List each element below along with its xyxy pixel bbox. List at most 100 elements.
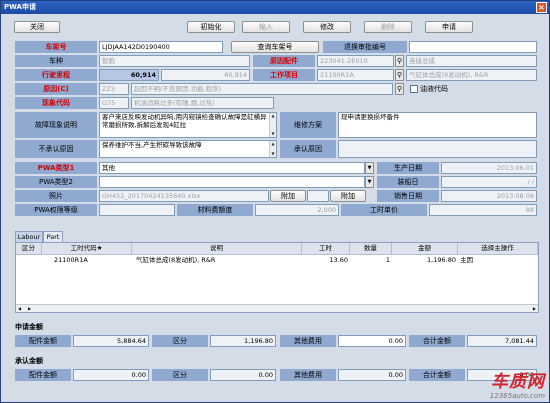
approved-reason-label: 承认原因 (280, 140, 336, 158)
scroll-right-icon[interactable]: ▶ (28, 305, 31, 312)
attach-button[interactable]: 附加 (270, 190, 306, 202)
cause-c-label: 原因(C) (15, 83, 97, 95)
fault-desc-textarea[interactable]: 客户来店反映发动机异响,用内窥镜检查确认故障是缸横异常磨损所致,拆解后发现4缸拉 (99, 112, 277, 138)
labour-grid: 区分 工时代码★ 说明 工时 数量 金额 选择主操作 21100R1A 气缸体总… (15, 242, 539, 313)
column-header[interactable]: 区分 (16, 243, 42, 255)
close-button[interactable]: 关闭 (14, 21, 60, 33)
search-icon[interactable]: ⚲ (395, 83, 404, 95)
return-approval-input[interactable] (409, 41, 537, 53)
labor-price-value: 88 (429, 204, 537, 216)
install-date-label: 装船日 (377, 176, 439, 188)
chevron-down-icon[interactable]: ▼ (365, 176, 374, 188)
approved-other-label: 其他费用 (280, 369, 336, 381)
scroll-end-icon[interactable]: ▶ (533, 305, 536, 312)
row-main-op[interactable]: 主因 (458, 255, 538, 266)
watermark-logo: 车质网 (491, 372, 545, 392)
column-header[interactable]: 说明 (132, 243, 302, 255)
labor-price-label: 工时单价 (341, 204, 427, 216)
tab-labour[interactable]: Labour (15, 231, 43, 242)
approved-type-label: 区分 (152, 369, 208, 381)
phenomenon-code[interactable]: G75 (99, 97, 129, 109)
approved-type-value: 0.00 (210, 369, 276, 381)
apply-other-input[interactable]: 0.00 (338, 335, 406, 347)
fault-desc-scrollbar[interactable]: ▲ ▼ (269, 113, 276, 137)
cause-c-code[interactable]: ZZ3 (99, 83, 129, 95)
oil-code-checkbox[interactable] (410, 85, 418, 93)
cause-part-label: 原因配件 (253, 55, 315, 67)
not-approved-scrollbar[interactable]: ▲ ▼ (269, 141, 276, 157)
mileage-label: 行驶里程 (15, 69, 97, 81)
modify-button[interactable]: 修改 (303, 21, 351, 33)
init-button[interactable]: 初始化 (187, 21, 235, 33)
column-header[interactable]: 工时代码★ (42, 243, 132, 255)
title-bar: PWA申请 × (1, 1, 549, 14)
material-amount-label: 材料费额度 (177, 204, 253, 216)
pwa-level-value (99, 204, 175, 216)
query-vin-button[interactable]: 查询车架号 (231, 41, 319, 53)
pwa-type2-label: PWA类型2 (15, 176, 97, 188)
row-code: 21100R1A (54, 256, 88, 264)
tab-part[interactable]: Part (43, 231, 63, 242)
site-watermark: 车质网 12365auto.com (490, 367, 545, 400)
grid-horizontal-scrollbar[interactable]: ◀ ▶ ▶ (16, 304, 538, 312)
row-hours: 13.60 (329, 256, 348, 264)
apply-parts-label: 配件金额 (15, 335, 71, 347)
row-desc: 气缸体总成(8发动机), R&R (136, 256, 216, 264)
pwa-apply-window: PWA申请 × 关闭 初始化 输入 修改 删除 申请 车架号 LJDJAA142… (0, 0, 550, 403)
row-type (16, 255, 42, 266)
work-item-desc: 气缸体总成(8发动机), R&R (406, 69, 537, 81)
pwa-type1-label: PWA类型1 (15, 162, 97, 174)
approved-parts-value: 0.00 (73, 369, 149, 381)
apply-button[interactable]: 申请 (425, 21, 473, 33)
vin-input[interactable]: LJDJAA142D0190400 (99, 41, 223, 53)
sale-date-label: 销售日期 (377, 190, 439, 202)
work-item-label: 工作项目 (253, 69, 315, 81)
work-item-input[interactable]: 21100R1A (317, 69, 394, 81)
column-header[interactable]: 选择主操作 (458, 243, 538, 255)
approved-parts-label: 配件金额 (15, 369, 71, 381)
repair-plan-textarea[interactable]: 现申请更换损坏备件 (338, 112, 537, 138)
not-approved-label: 不承认原因 (15, 140, 97, 158)
chevron-down-icon[interactable]: ▼ (365, 162, 374, 174)
apply-other-label: 其他费用 (280, 335, 336, 347)
pwa-type2-select[interactable] (99, 176, 365, 188)
apply-total-value: 7,081.44 (467, 335, 537, 347)
scroll-left-icon[interactable]: ◀ (18, 305, 21, 312)
material-amount-value: 2,000 (255, 204, 339, 216)
apply-amount-title: 申请金额 (15, 323, 43, 331)
cause-c-text: 起因不明(不良原因,功能,程序) (131, 83, 393, 95)
search-icon[interactable]: ⚲ (395, 69, 404, 81)
photo-file-input[interactable]: GH452_20170424135640.xlsx (99, 190, 269, 202)
column-header[interactable]: 工时 (302, 243, 350, 255)
return-approval-label: 退换审批编号 (323, 41, 407, 53)
delete-button[interactable]: 删除 (364, 21, 412, 33)
row-amount: 1,196.80 (427, 256, 456, 264)
pwa-type1-select[interactable]: 其他 (99, 162, 365, 174)
apply-type-label: 区分 (152, 335, 208, 347)
cause-part-name: 连接总成 (406, 55, 537, 67)
attach-button-2[interactable]: 附加 (330, 190, 366, 202)
apply-total-label: 合计金额 (409, 335, 465, 347)
input-button[interactable]: 输入 (242, 21, 290, 33)
approved-total-label: 合计金额 (409, 369, 465, 381)
search-icon[interactable]: ⚲ (395, 55, 404, 67)
apply-parts-value: 5,884.64 (73, 335, 149, 347)
mileage-confirm-input[interactable]: 60,914 (161, 69, 250, 81)
mileage-input[interactable]: 60,914 (99, 69, 159, 81)
install-date-value: / / (441, 176, 537, 188)
photo-file-input-2[interactable] (307, 190, 329, 202)
oil-code-label: 油液代码 (420, 85, 448, 93)
column-header[interactable]: 数量 (350, 243, 392, 255)
fault-desc-label: 故障现象说明 (15, 112, 97, 138)
repair-plan-label: 维修方案 (280, 112, 336, 138)
model-input[interactable]: 智跑 (99, 55, 250, 67)
approved-reason-textarea[interactable] (338, 140, 537, 158)
column-header[interactable]: 金额 (392, 243, 458, 255)
pwa-level-label: PWA权限等级 (15, 204, 97, 216)
model-label: 车种 (15, 55, 97, 67)
not-approved-textarea[interactable]: 保养维护不当,产生积碳导致该故障 (99, 140, 277, 158)
prod-date-value: 2013.06.01 (441, 162, 537, 174)
close-icon[interactable]: × (536, 2, 547, 13)
cause-part-input[interactable]: 223041-2E010 (317, 55, 394, 67)
photo-label: 照片 (15, 190, 97, 202)
